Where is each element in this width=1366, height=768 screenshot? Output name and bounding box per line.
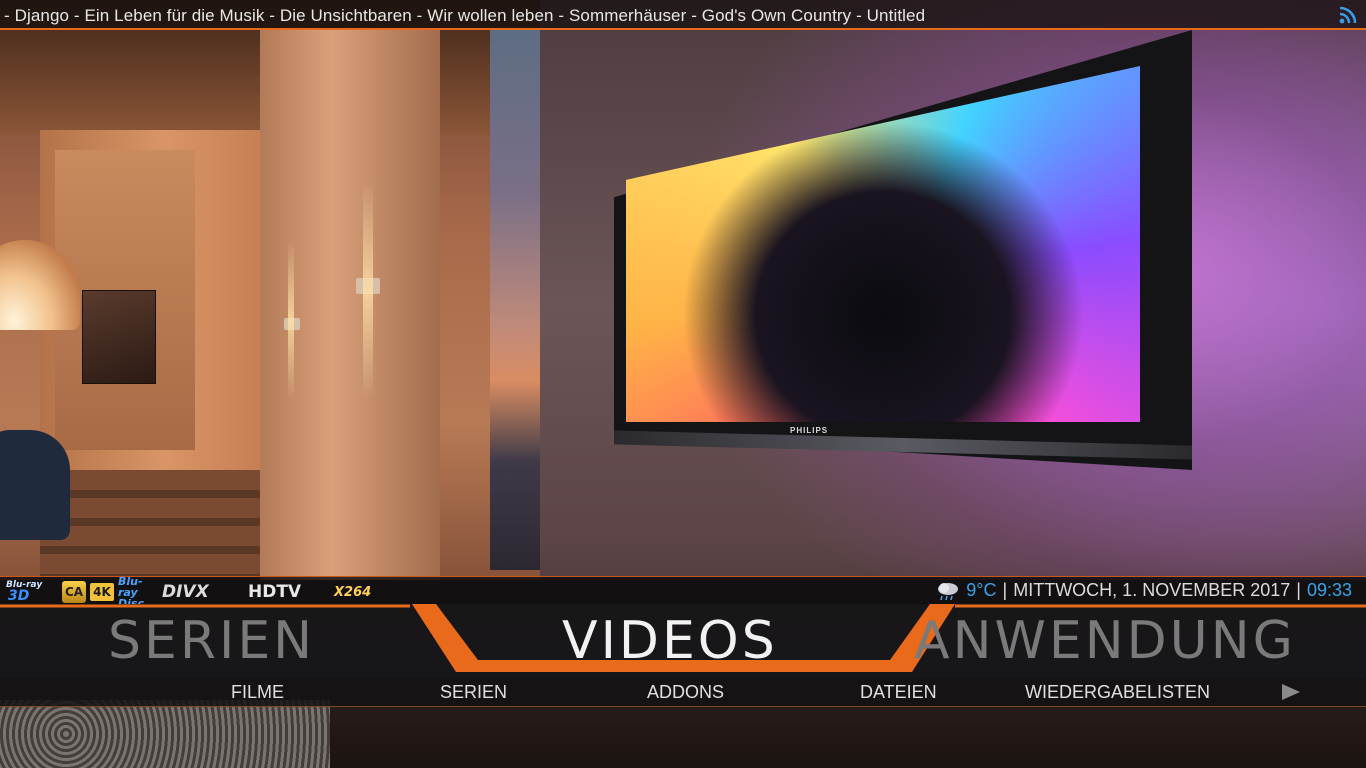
rug	[0, 700, 330, 768]
cloudy-rain-icon[interactable]	[936, 581, 960, 601]
wall-poster	[82, 290, 156, 384]
play-arrow-icon[interactable]	[1281, 683, 1301, 701]
x264-flag: X264	[334, 584, 372, 600]
window-view	[490, 30, 540, 570]
submenu-item-dateien[interactable]: DATEIEN	[860, 682, 937, 703]
bluray-3d-flag: Blu-ray 3D	[6, 580, 43, 604]
main-menu: SERIEN VIDEOS ANWENDUNG	[0, 604, 1366, 678]
recently-added-ticker[interactable]: - Django - Ein Leben für die Musik - Die…	[4, 6, 925, 26]
sconce-glow	[363, 180, 373, 400]
4k-flag: 4K	[90, 583, 114, 601]
rss-icon[interactable]	[1338, 5, 1358, 25]
separator: |	[1002, 580, 1008, 600]
stairs	[40, 470, 270, 580]
divx-flag: DIVX	[162, 581, 209, 602]
info-bar: Blu-ray 3D CA 4K Blu-ray Disc DIVX HDTV …	[0, 576, 1366, 609]
submenu-item-addons[interactable]: ADDONS	[647, 682, 724, 703]
ca-flag: CA	[62, 581, 86, 603]
chair	[0, 430, 70, 540]
menu-item-serien[interactable]: SERIEN	[108, 610, 315, 672]
top-bar: - Django - Ein Leben für die Musik - Die…	[0, 0, 1366, 30]
submenu-item-wiedergabelisten[interactable]: WIEDERGABELISTEN	[1025, 682, 1210, 703]
hdtv-flag: HDTV	[248, 581, 302, 602]
submenu-item-filme[interactable]: FILME	[231, 682, 284, 703]
sconce-glow	[288, 240, 294, 400]
status-area: 9°C | MITTWOCH, 1. NOVEMBER 2017 | 09:33	[936, 580, 1352, 601]
tv-brand-label: PHILIPS	[790, 426, 829, 435]
wall-pillar	[260, 30, 440, 590]
current-time: 09:33	[1306, 580, 1352, 600]
media-flags: Blu-ray 3D CA 4K Blu-ray Disc DIVX HDTV …	[4, 576, 392, 609]
separator: |	[1296, 580, 1301, 600]
sub-menu: FILME SERIEN ADDONS DATEIEN WIEDERGABELI…	[0, 678, 1366, 707]
menu-item-videos[interactable]: VIDEOS	[562, 610, 778, 672]
current-date: MITTWOCH, 1. NOVEMBER 2017	[1013, 580, 1291, 600]
submenu-item-serien[interactable]: SERIEN	[440, 682, 507, 703]
temperature: 9°C	[966, 580, 997, 600]
menu-item-anwendung[interactable]: ANWENDUNG	[914, 610, 1296, 672]
